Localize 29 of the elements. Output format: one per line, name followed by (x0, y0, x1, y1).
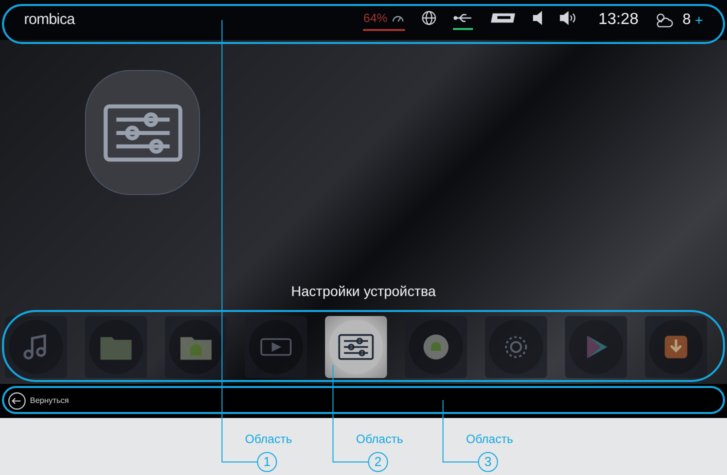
callout-label: Область (245, 431, 292, 448)
sd-card-icon (489, 11, 518, 25)
back-button[interactable]: Вернуться (8, 392, 69, 410)
clock: 13:28 (598, 10, 638, 30)
section-title: Настройки устройства (290, 282, 437, 301)
app-tile[interactable] (405, 316, 467, 378)
app-tile[interactable] (645, 316, 707, 378)
logo: rombica (24, 10, 75, 30)
app-tile[interactable] (485, 316, 547, 378)
callout-number: 1 (257, 452, 277, 472)
app-tile[interactable] (245, 316, 307, 378)
temperature: 8 (682, 10, 691, 30)
callout-number: 2 (368, 452, 388, 472)
app-tile[interactable] (565, 316, 627, 378)
temperature-sign: + (694, 10, 703, 30)
callout-number: 3 (478, 452, 498, 472)
battery-percent: 64% (363, 10, 388, 27)
settings-sliders-icon (102, 102, 182, 162)
weather-cloud-icon (654, 11, 674, 29)
app-tile[interactable] (325, 316, 387, 378)
settings-sliders-icon (338, 333, 374, 361)
callout-label: Область (466, 431, 514, 448)
volume-icon (558, 10, 578, 26)
speaker-icon (533, 11, 542, 25)
globe-icon (421, 10, 438, 26)
app-tile[interactable] (85, 316, 147, 378)
app-tile[interactable] (165, 316, 227, 378)
app-tile[interactable] (5, 316, 67, 378)
callout-label: Область (356, 431, 404, 448)
